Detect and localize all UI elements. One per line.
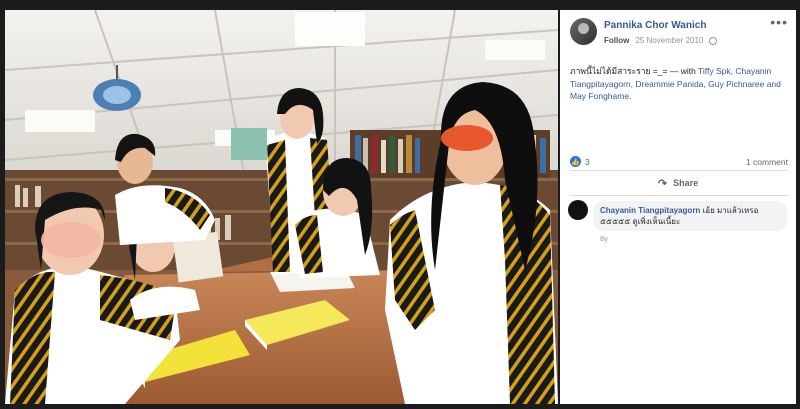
like-count: 3 [585,156,590,167]
post-date[interactable]: 25 November 2010 [635,36,703,45]
comment-count[interactable]: 1 comment [746,157,788,167]
ceiling-light [25,110,95,132]
share-label: Share [673,178,699,188]
share-icon: ↷ [657,177,668,190]
caption-text: ภาพนี้ไม่ได้มีสาระราย =_= — with [570,66,699,76]
blurred-face [441,125,493,151]
ceiling-light [295,12,365,46]
reactions-summary[interactable]: 👍 3 [570,156,590,167]
share-button[interactable]: ↷ Share [560,172,796,194]
divider [570,195,788,196]
more-options-icon[interactable]: ••• [770,14,788,30]
post-photo[interactable] [5,10,558,404]
divider [570,170,788,171]
post-caption: ภาพนี้ไม่ได้มีสาระราย =_= — with Tiffy S… [570,65,790,103]
globe-icon [709,36,718,45]
like-icon: 👍 [570,156,581,167]
post-meta: Follow 25 November 2010 [604,36,718,45]
screenshot-frame: Pannika Chor Wanich Follow 25 November 2… [0,0,800,409]
commenter-avatar[interactable] [568,200,588,220]
ceiling-light [485,40,545,60]
comment-bubble: Chayanin Tiangpitayagorn เอ้ย มาแล้วเหรอ… [593,201,787,231]
follow-button[interactable]: Follow [604,36,629,45]
comment-author[interactable]: Chayanin Tiangpitayagorn [600,206,700,215]
author-avatar[interactable] [570,18,597,45]
post-sidebar: Pannika Chor Wanich Follow 25 November 2… [560,10,796,404]
comment-time[interactable]: 8y [600,234,608,243]
photo-illustration [5,10,558,404]
post-author[interactable]: Pannika Chor Wanich [604,20,706,31]
